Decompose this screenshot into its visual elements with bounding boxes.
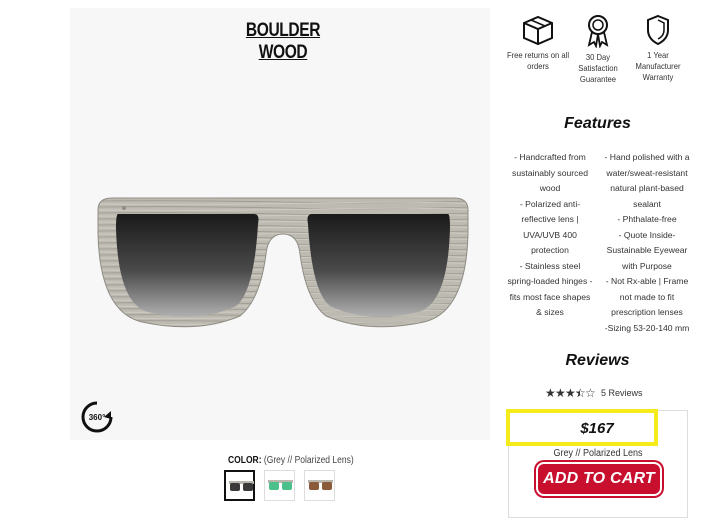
- feature-item: - Not Rx-able | Frame not made to fit pr…: [605, 276, 689, 317]
- color-label-value: (Grey // Polarized Lens): [263, 455, 354, 466]
- star-icon-full: ★: [555, 386, 566, 400]
- star-icon-half: ★ ☆: [575, 386, 586, 400]
- feature-item: - Polarized anti-reflective lens | UVA/U…: [519, 198, 581, 256]
- color-swatch-brown[interactable]: [304, 470, 335, 501]
- shield-icon: [647, 14, 669, 46]
- product-title: BOULDER WOOD: [245, 20, 321, 63]
- feature-item: - Phthalate-free: [617, 214, 677, 224]
- benefit-text: Free returns on all orders: [506, 50, 570, 71]
- product-price: $167: [580, 420, 614, 437]
- color-selector-label: COLOR: (Grey // Polarized Lens): [228, 455, 354, 466]
- feature-item: - Quote Inside- Sustainable Eyewear with…: [606, 229, 688, 271]
- rating-stars[interactable]: ★ ★ ★ ★ ☆ ☆ 5 Reviews: [545, 386, 643, 400]
- feature-item: - Hand polished with a water/sweat-resis…: [604, 152, 690, 209]
- award-ribbon-icon: [587, 15, 609, 48]
- add-to-cart-button[interactable]: ADD TO CART: [536, 462, 662, 496]
- color-swatch-grey[interactable]: [224, 470, 255, 501]
- features-list-left: - Handcrafted from sustainably sourced w…: [506, 150, 594, 321]
- star-icon-full: ★: [545, 386, 556, 400]
- feature-item: - Stainless steel spring-loaded hinges -…: [507, 260, 593, 318]
- benefit-warranty: 1 Year Manufacturer Warranty: [623, 14, 693, 83]
- rotate-360-label: 360°: [89, 413, 106, 422]
- rotate-360-icon[interactable]: 360°: [80, 400, 114, 434]
- benefit-text: 30 Day Satisfaction Guarantee: [578, 52, 618, 84]
- color-label-key: COLOR:: [228, 455, 262, 466]
- box-icon: [523, 15, 553, 46]
- color-swatch-green[interactable]: [264, 470, 295, 501]
- review-count-link[interactable]: 5 Reviews: [601, 388, 643, 398]
- right-lens: [307, 214, 450, 317]
- selected-variant: Grey // Polarized Lens: [553, 448, 643, 459]
- features-list-right: - Hand polished with a water/sweat-resis…: [601, 150, 693, 336]
- star-icon-full: ★: [565, 386, 576, 400]
- left-lens: [116, 214, 259, 317]
- benefit-text: 1 Year Manufacturer Warranty: [635, 50, 681, 82]
- reviews-heading: Reviews: [565, 352, 630, 369]
- star-icon-empty: ☆: [585, 386, 596, 400]
- feature-item: -Sizing 53-20-140 mm: [604, 322, 690, 333]
- features-heading: Features: [564, 115, 631, 132]
- product-image-sunglasses: [94, 194, 472, 340]
- feature-item: - Handcrafted from sustainably sourced w…: [512, 152, 588, 193]
